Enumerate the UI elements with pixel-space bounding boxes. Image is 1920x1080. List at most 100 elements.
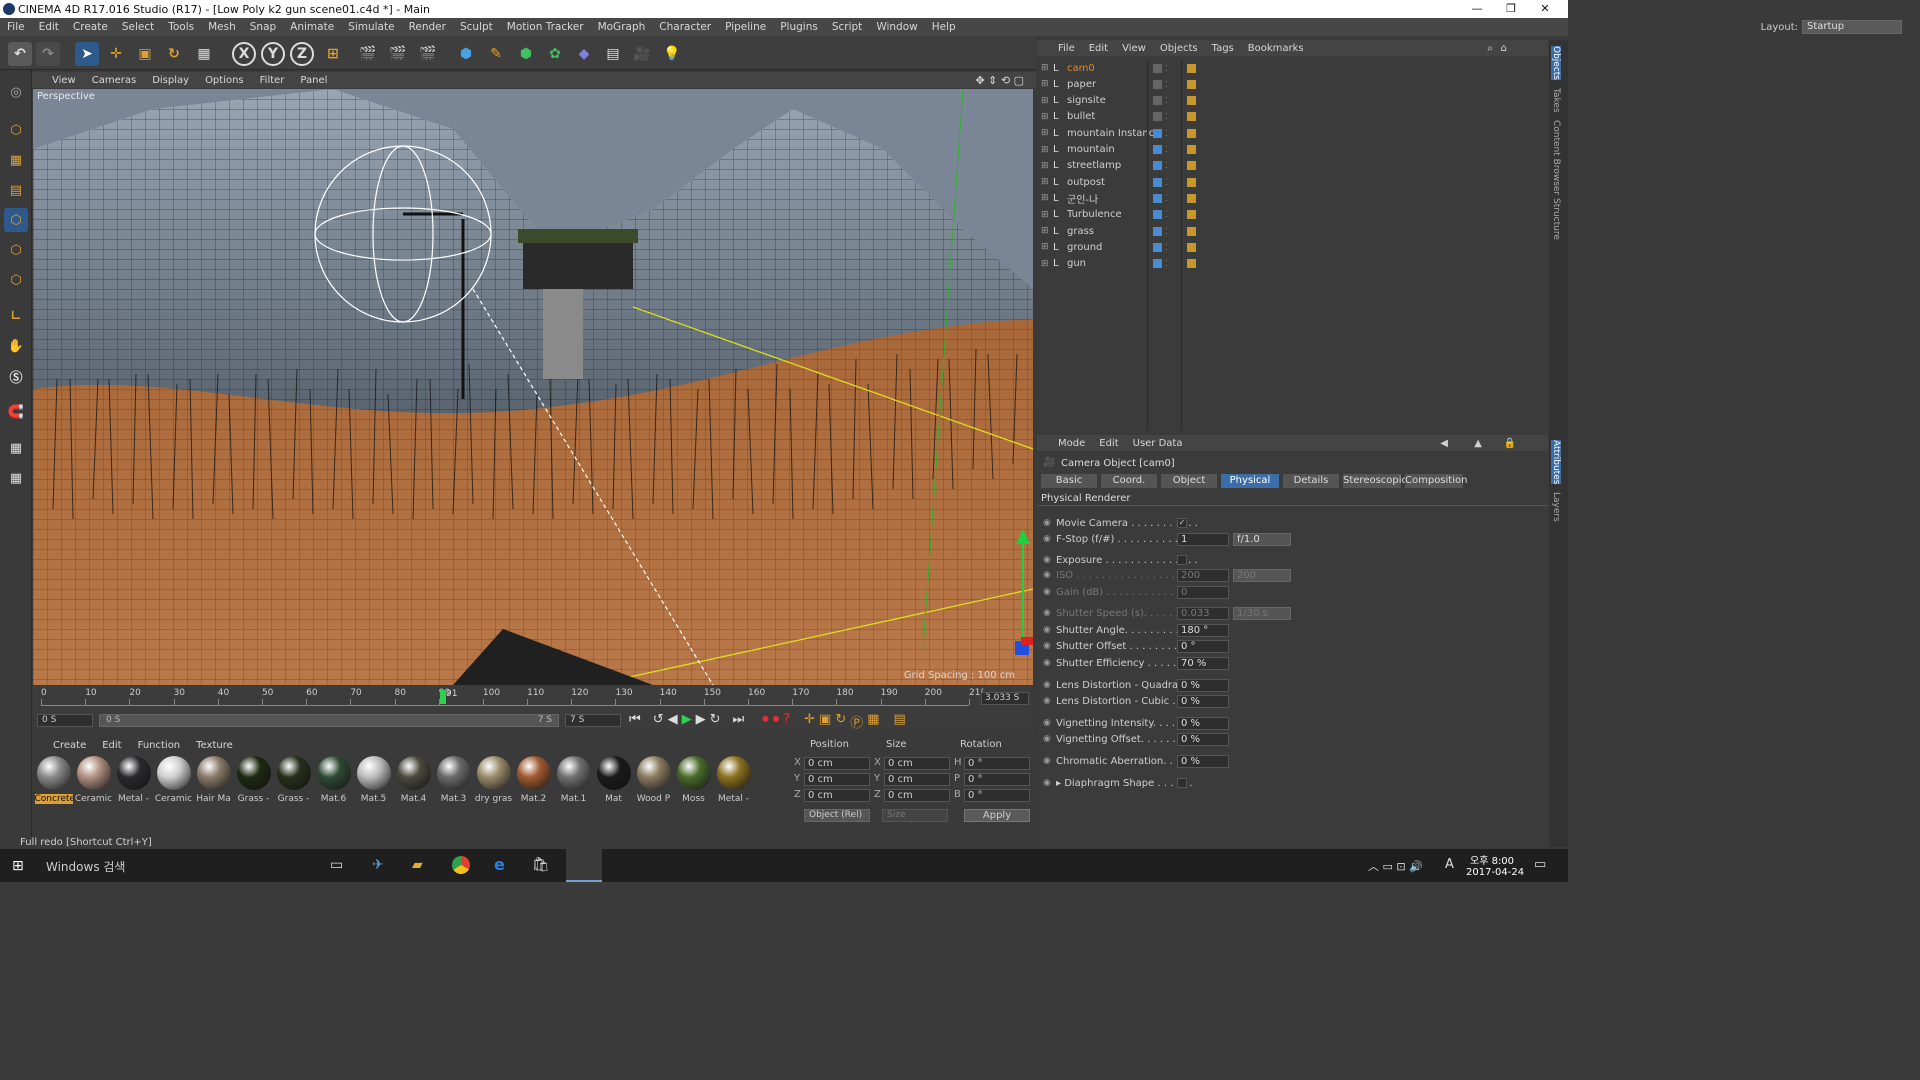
visibility-dots-icon[interactable]: ⁚ [1165,227,1168,236]
object-row[interactable]: ⊞ Lsignsite ⁚ [1037,93,1548,109]
material-swatch[interactable]: Grass - [235,752,272,812]
viewport-menu-cameras[interactable]: Cameras [84,75,144,86]
axis-mode-icon[interactable]: ∟ [4,304,28,328]
windows-start-icon[interactable]: ⊞ [12,858,24,874]
object-name[interactable]: grass [1067,226,1094,237]
object-row[interactable]: ⊞ L Turbulence ⁚ [1037,207,1548,223]
menu-motion-tracker[interactable]: Motion Tracker [500,21,591,33]
animate-radio-icon[interactable]: ◉ [1043,680,1051,690]
spline-pen-icon[interactable]: ✎ [484,42,508,66]
expand-icon[interactable]: ⊞ [1041,193,1049,203]
object-row[interactable]: ⊞ Lmountain ⁚ [1037,142,1548,158]
key-position-icon[interactable]: ✛ [804,712,815,731]
position-field[interactable]: 0 cm [804,773,870,786]
attribute-checkbox[interactable] [1177,778,1187,788]
object-row[interactable]: ⊞ Lgrass ⁚ [1037,223,1548,239]
material-menu-function[interactable]: Function [130,740,189,751]
menu-mesh[interactable]: Mesh [201,21,243,33]
tag-icon[interactable] [1187,161,1196,171]
object-name[interactable]: streetlamp [1067,160,1121,171]
cube-icon[interactable]: ⬢ [454,42,478,66]
material-swatch[interactable]: Mat.6 [315,752,352,812]
menu-file[interactable]: File [0,21,32,33]
layer-color-swatch[interactable] [1153,112,1162,122]
object-name[interactable]: signsite [1067,95,1106,106]
menu-create[interactable]: Create [66,21,115,33]
key-pla-icon[interactable]: ▦ [867,712,879,731]
layer-color-swatch[interactable] [1153,128,1162,138]
attribute-value-field[interactable]: 1 [1177,532,1229,546]
menu-tools[interactable]: Tools [161,21,201,33]
back-arrow-icon[interactable]: ◀ [1440,438,1448,449]
object-menu-view[interactable]: View [1115,43,1153,54]
apply-button[interactable]: Apply [964,809,1030,822]
rotation-field[interactable]: 0 ° [964,789,1030,802]
material-swatch[interactable]: Ceramic [155,752,192,812]
material-menu-create[interactable]: Create [45,740,94,751]
expand-icon[interactable]: ⊞ [1041,226,1049,236]
material-swatch[interactable]: Mat.2 [515,752,552,812]
attribute-value-field[interactable]: 0.033 [1177,606,1229,620]
animate-radio-icon[interactable]: ◉ [1043,625,1051,635]
material-swatch[interactable]: Wood P [635,752,672,812]
layout-dropdown[interactable]: Startup [1802,20,1902,34]
menu-plugins[interactable]: Plugins [773,21,825,33]
object-name[interactable]: 군인-나 [1067,191,1098,206]
previous-frame-icon[interactable]: ◀ [668,712,678,731]
layer-color-swatch[interactable] [1153,193,1162,203]
layer-color-swatch[interactable] [1153,96,1162,106]
tag-icon[interactable] [1187,242,1196,252]
tag-icon[interactable] [1187,79,1196,89]
animate-radio-icon[interactable]: ◉ [1043,570,1051,580]
menu-snap[interactable]: Snap [243,21,283,33]
key-parameter-icon[interactable]: Ⓟ [850,712,863,731]
move-icon[interactable]: ✛ [104,42,128,66]
next-key-icon[interactable]: ↻ [710,712,721,731]
coordinate-system-icon[interactable]: ⊞ [321,42,345,66]
animate-radio-icon[interactable]: ◉ [1043,518,1051,528]
attribute-value-field[interactable]: 0 ° [1177,639,1229,653]
polygons-mode-icon[interactable]: ⬡ [4,268,28,292]
visibility-dots-icon[interactable]: ⁚ [1165,96,1168,105]
workplane-icon[interactable]: ▤ [4,178,28,202]
object-row[interactable]: ⊞ Loutpost ⁚ [1037,174,1548,190]
visibility-dots-icon[interactable]: ⁚ [1165,194,1168,203]
layer-color-swatch[interactable] [1153,145,1162,154]
object-menu-objects[interactable]: Objects [1153,43,1205,54]
material-swatch[interactable]: dry gras [475,752,512,812]
tab-object[interactable]: Object [1161,474,1217,488]
snap-icon[interactable]: Ⓢ [4,364,28,388]
attribute-value-field[interactable]: 180 ° [1177,623,1229,637]
material-swatch[interactable]: Grass - [275,752,312,812]
edge-icon[interactable]: e [494,855,505,874]
attribute-value-field[interactable]: 0 % [1177,754,1229,768]
animate-radio-icon[interactable]: ◉ [1043,658,1051,668]
expand-icon[interactable]: ⊞ [1041,112,1049,122]
expand-icon[interactable]: ⊞ [1041,96,1049,106]
viewport-menu-filter[interactable]: Filter [252,75,293,86]
tag-icon[interactable] [1187,210,1196,220]
tab-composition[interactable]: Composition [1405,474,1467,488]
attribute-preset-dropdown[interactable]: 1/30 s [1233,606,1291,620]
model-mode-icon[interactable]: ⬡ [4,118,28,142]
visibility-dots-icon[interactable]: ⁚ [1165,259,1168,268]
layer-color-swatch[interactable] [1153,210,1162,220]
render-picture-viewer-icon[interactable]: 🎬 [386,42,410,66]
start-time-field[interactable]: 0 S [37,714,93,727]
expand-icon[interactable]: ⊞ [1041,161,1049,171]
visibility-dots-icon[interactable]: ⁚ [1165,80,1168,89]
viewport-menu-view[interactable]: View [44,75,84,86]
menu-edit[interactable]: Edit [32,21,66,33]
rotation-field[interactable]: 0 ° [964,757,1030,770]
animate-radio-icon[interactable]: ◉ [1043,696,1051,706]
maximize-button[interactable]: ❐ [1494,0,1528,18]
magnet-icon[interactable]: 🧲 [4,400,28,424]
position-field[interactable]: 0 cm [804,757,870,770]
material-swatch[interactable]: Mat.5 [355,752,392,812]
camera-icon[interactable]: 🎥 [630,42,654,66]
tag-icon[interactable] [1187,177,1196,187]
object-row[interactable]: ⊞ L 군인-나 ⁚ [1037,190,1548,206]
floor-icon[interactable]: ▤ [601,42,625,66]
menu-render[interactable]: Render [402,21,453,33]
y-axis-button[interactable]: Y [261,42,285,66]
